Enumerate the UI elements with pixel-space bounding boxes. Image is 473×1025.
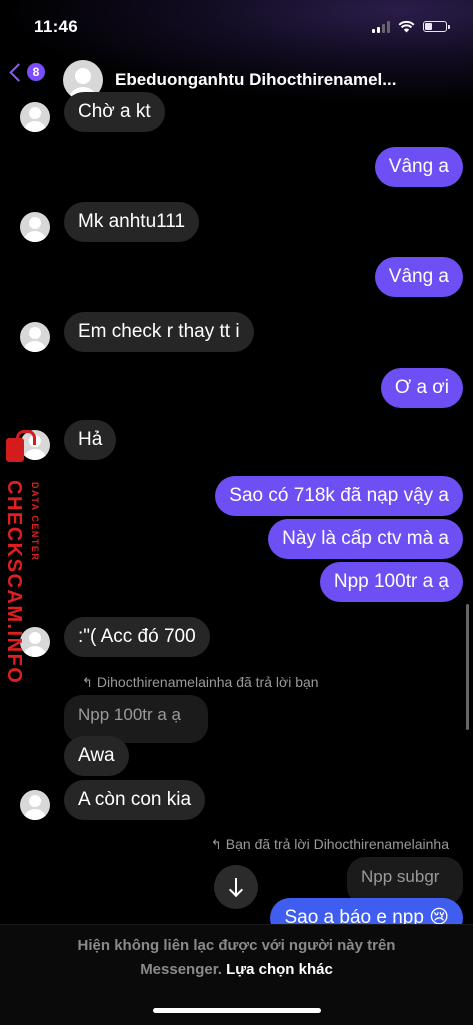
- message-incoming[interactable]: A còn con kia: [64, 780, 206, 820]
- reply-arrow-icon: ↰: [210, 837, 222, 852]
- sender-avatar[interactable]: [20, 322, 50, 352]
- reply-arrow-icon: ↰: [82, 675, 93, 690]
- watermark-sub-text: DATA CENTER: [30, 482, 40, 562]
- sender-avatar[interactable]: [20, 102, 50, 132]
- scroll-to-bottom-button[interactable]: [214, 865, 258, 909]
- wifi-icon: [398, 20, 415, 33]
- reply-notice-text: Bạn đã trả lời Dihocthirenamelainha: [225, 836, 449, 852]
- reply-notice: ↰ Bạn đã trả lời Dihocthirenamelainha: [211, 836, 449, 853]
- notice-line-2: Messenger.: [140, 961, 222, 978]
- message-incoming[interactable]: Em check r thay tt i: [64, 312, 254, 352]
- message-outgoing[interactable]: Vâng a: [374, 147, 463, 187]
- message-incoming[interactable]: Hả: [64, 420, 117, 460]
- other-options-link[interactable]: Lựa chọn khác: [226, 961, 333, 978]
- message-outgoing[interactable]: Sao có 718k đã nạp vậy a: [215, 476, 463, 516]
- message-incoming[interactable]: Chờ a kt: [64, 92, 165, 132]
- message-incoming[interactable]: Awa: [64, 736, 129, 776]
- battery-icon: [423, 21, 450, 32]
- status-icons: [372, 20, 450, 33]
- message-outgoing[interactable]: Npp 100tr a ạ: [319, 562, 463, 602]
- status-time: 11:46: [34, 17, 79, 36]
- message-incoming[interactable]: :"( Acc đó 700: [64, 617, 210, 657]
- unread-badge: 8: [27, 63, 45, 81]
- reply-notice: ↰ Dihocthirenamelainha đã trả lời bạn: [82, 674, 319, 691]
- chevron-left-icon: [9, 62, 28, 82]
- lock-icon: [6, 430, 36, 462]
- home-indicator[interactable]: [153, 1008, 321, 1013]
- message-incoming[interactable]: Mk anhtu111: [64, 202, 200, 242]
- sender-avatar[interactable]: [20, 790, 50, 820]
- message-outgoing[interactable]: Vâng a: [374, 257, 463, 297]
- sender-avatar[interactable]: [20, 212, 50, 242]
- reply-notice-text: Dihocthirenamelainha đã trả lời bạn: [96, 674, 319, 690]
- cellular-signal-icon: [372, 20, 390, 33]
- arrow-down-icon: [229, 878, 243, 896]
- notice-line-1: Hiện không liên lạc được với người này t…: [77, 937, 396, 954]
- contact-name[interactable]: Ebeduonganhtu Dihocthirenamel...: [115, 70, 460, 90]
- watermark-main-text: CHECKSCAM.INFO: [3, 480, 25, 685]
- message-outgoing[interactable]: Này là cấp ctv mà a: [268, 519, 463, 559]
- watermark: CHECKSCAM.INFO DATA CENTER: [2, 430, 56, 684]
- scrollbar[interactable]: [466, 604, 469, 730]
- unreachable-notice: Hiện không liên lạc được với người này t…: [0, 934, 473, 982]
- message-outgoing[interactable]: Ơ a ơi: [380, 368, 463, 408]
- back-button[interactable]: 8: [9, 62, 45, 82]
